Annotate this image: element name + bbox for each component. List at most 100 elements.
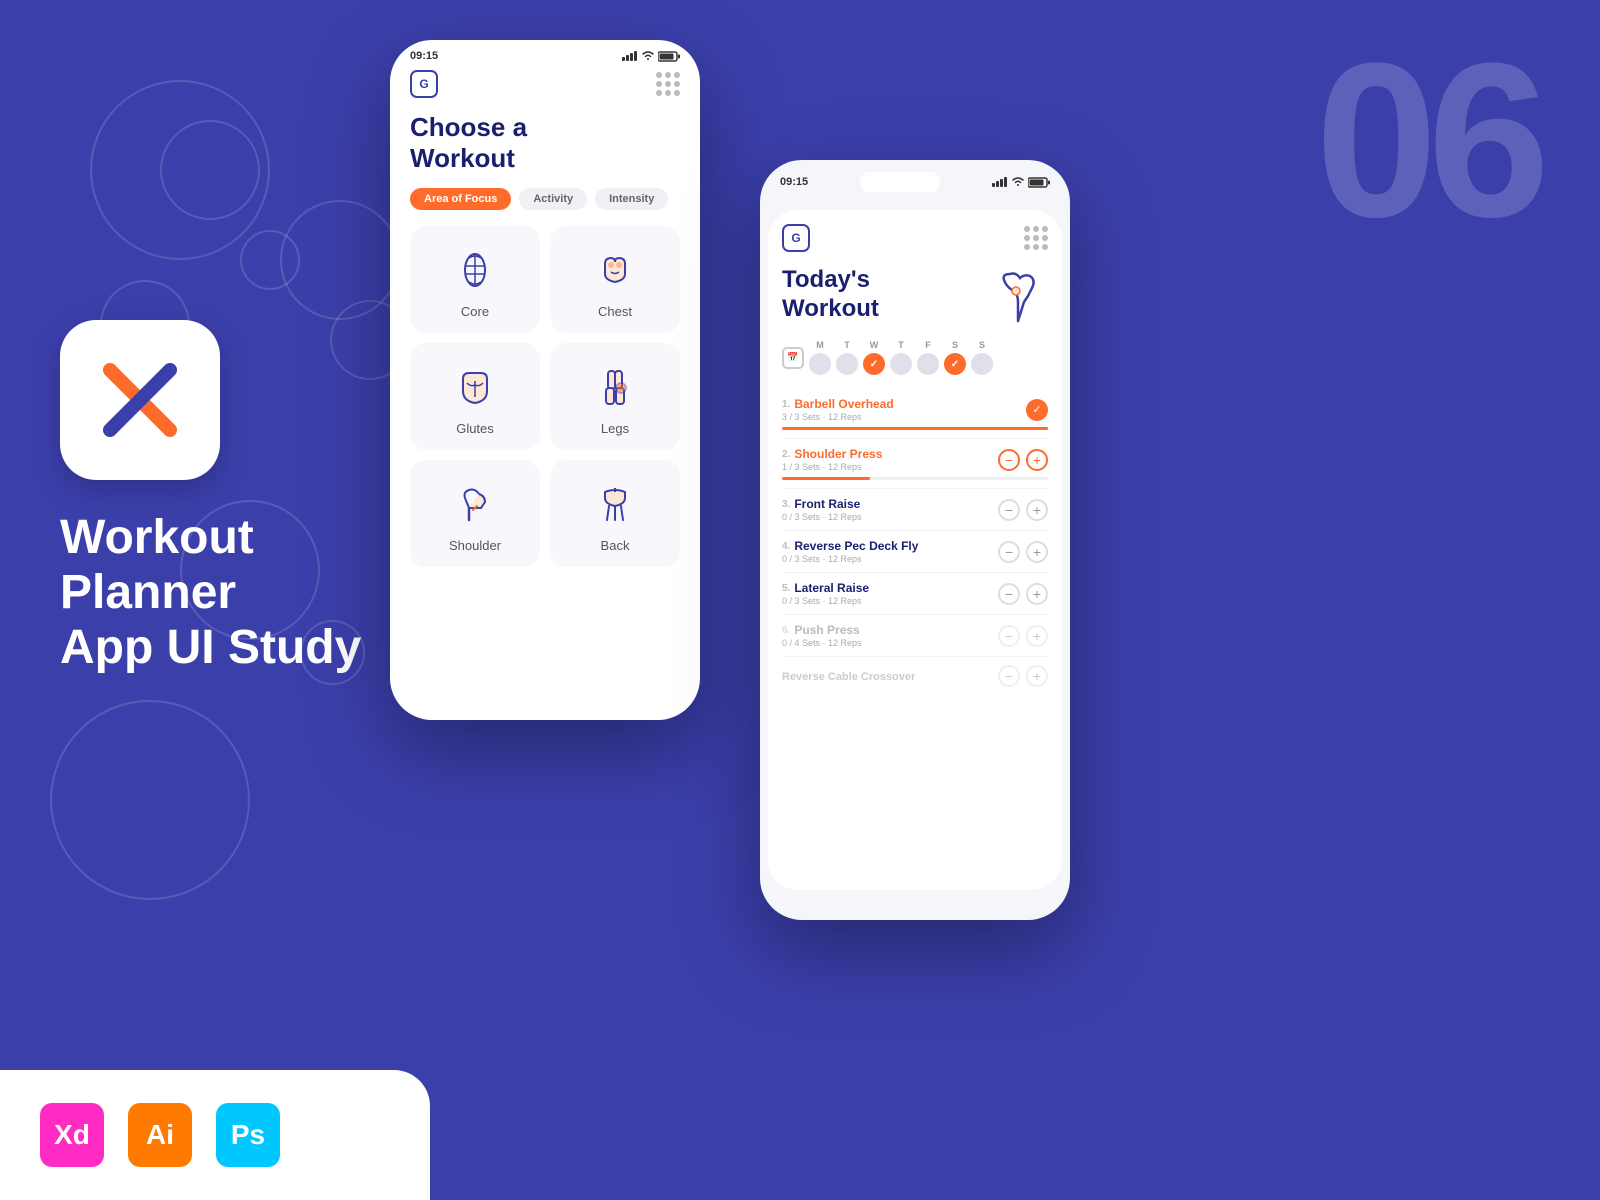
phone2-status-icons (992, 177, 1050, 188)
exercise-4-name: Reverse Pec Deck Fly (794, 539, 918, 553)
exercise-3-controls: − + (998, 499, 1048, 521)
exercise-4-minus[interactable]: − (998, 541, 1020, 563)
back-label: Back (601, 538, 630, 553)
exercise-1: 1. Barbell Overhead 3 / 3 Sets · 12 Reps… (782, 389, 1048, 439)
brand-title: Workout Planner App UI Study (60, 510, 361, 676)
phone1-notch (485, 40, 605, 66)
phone1-menu-icon[interactable] (656, 72, 680, 96)
exercise-5-minus[interactable]: − (998, 583, 1020, 605)
exercise-3-num: 3. (782, 499, 790, 510)
signal-icon (622, 51, 638, 61)
tool-ps: Ps (216, 1103, 280, 1167)
legs-label: Legs (601, 421, 629, 436)
day-t1: T (836, 340, 858, 350)
dot-t2 (890, 353, 912, 375)
phone2-status-bar: 09:15 (760, 160, 1070, 192)
workout-card-back[interactable]: Back (550, 460, 680, 567)
phone2-inner: G Today's Workout 📅 M (768, 210, 1062, 890)
calendar-icon[interactable]: 📅 (782, 347, 804, 369)
phone1: 09:15 G (390, 40, 700, 720)
exercise-5-meta: 0 / 3 Sets · 12 Reps (782, 596, 998, 606)
exercise-7-minus[interactable]: − (998, 665, 1020, 687)
exercise-4-controls: − + (998, 541, 1048, 563)
exercise-7-name: Reverse Cable Crossover (782, 671, 915, 683)
workout-card-glutes[interactable]: Glutes (410, 343, 540, 450)
dot-s1 (944, 353, 966, 375)
workout-grid: Core Chest Glutes (410, 226, 680, 567)
battery-icon (658, 51, 680, 62)
phone1-content: G Choose aWorkout Area of Focus Activity… (390, 62, 700, 587)
exercise-1-name: Barbell Overhead (794, 397, 893, 411)
phone1-status-icons (622, 51, 680, 62)
battery-icon-2 (1028, 177, 1050, 188)
exercise-5-plus[interactable]: + (1026, 583, 1048, 605)
day-f: F (917, 340, 939, 350)
exercise-4-plus[interactable]: + (1026, 541, 1048, 563)
phone2-pill (860, 172, 940, 192)
dot-w (863, 353, 885, 375)
today-title: Today's Workout (782, 266, 879, 324)
exercise-1-progress (782, 427, 1048, 430)
phone1-time: 09:15 (410, 50, 438, 62)
core-icon (449, 244, 501, 296)
exercise-list: 1. Barbell Overhead 3 / 3 Sets · 12 Reps… (782, 389, 1048, 695)
exercise-3-minus[interactable]: − (998, 499, 1020, 521)
workout-card-chest[interactable]: Chest (550, 226, 680, 333)
tool-xd: Xd (40, 1103, 104, 1167)
exercise-1-check[interactable]: ✓ (1026, 399, 1048, 421)
exercise-2-meta: 1 / 3 Sets · 12 Reps (782, 462, 998, 472)
phone1-title: Choose aWorkout (410, 112, 680, 174)
exercise-2-minus[interactable]: − (998, 449, 1020, 471)
exercise-2-progress (782, 477, 1048, 480)
exercise-3-plus[interactable]: + (1026, 499, 1048, 521)
exercise-7-controls: − + (998, 665, 1048, 687)
filter-area-of-focus[interactable]: Area of Focus (410, 188, 511, 210)
exercise-6-minus[interactable]: − (998, 625, 1020, 647)
exercise-4-num: 4. (782, 541, 790, 552)
exercise-5-controls: − + (998, 583, 1048, 605)
app-icon (60, 320, 220, 480)
signal-icon-2 (992, 177, 1008, 187)
phone2-header: G (782, 224, 1048, 252)
chest-label: Chest (598, 304, 632, 319)
chest-icon (589, 244, 641, 296)
exercise-7-plus[interactable]: + (1026, 665, 1048, 687)
exercise-6-num: 6. (782, 625, 790, 636)
glutes-label: Glutes (456, 421, 494, 436)
phone1-logo: G (410, 70, 438, 98)
exercise-2-num: 2. (782, 449, 790, 460)
week-days-container: M T W T F S S (809, 340, 993, 375)
filter-intensity[interactable]: Intensity (595, 188, 668, 210)
phone2-menu-icon[interactable] (1024, 226, 1048, 250)
bg-circle-10 (50, 700, 250, 900)
dot-m (809, 353, 831, 375)
exercise-7: Reverse Cable Crossover − + (782, 657, 1048, 695)
exercise-3-name: Front Raise (794, 497, 860, 511)
phone2-time: 09:15 (780, 176, 808, 188)
exercise-6-plus[interactable]: + (1026, 625, 1048, 647)
exercise-1-meta: 3 / 3 Sets · 12 Reps (782, 412, 1026, 422)
shoulder-icon (449, 478, 501, 530)
exercise-6-meta: 0 / 4 Sets · 12 Reps (782, 638, 998, 648)
dot-t1 (836, 353, 858, 375)
exercise-6-name: Push Press (794, 623, 859, 637)
glutes-icon (449, 361, 501, 413)
workout-card-legs[interactable]: Legs (550, 343, 680, 450)
workout-card-shoulder[interactable]: Shoulder (410, 460, 540, 567)
day-t2: T (890, 340, 912, 350)
exercise-5: 5. Lateral Raise 0 / 3 Sets · 12 Reps − … (782, 573, 1048, 615)
exercise-4: 4. Reverse Pec Deck Fly 0 / 3 Sets · 12 … (782, 531, 1048, 573)
exercise-1-progress-fill (782, 427, 1048, 430)
phone1-header: G (410, 70, 680, 98)
tool-ai: Ai (128, 1103, 192, 1167)
shoulder-label: Shoulder (449, 538, 501, 553)
filter-activity[interactable]: Activity (519, 188, 587, 210)
tools-bar: Xd Ai Ps (0, 1070, 430, 1200)
week-day-labels: M T W T F S S (809, 340, 993, 350)
exercise-2-plus[interactable]: + (1026, 449, 1048, 471)
today-header: Today's Workout (782, 266, 1048, 326)
workout-card-core[interactable]: Core (410, 226, 540, 333)
exercise-4-meta: 0 / 3 Sets · 12 Reps (782, 554, 998, 564)
day-s2: S (971, 340, 993, 350)
legs-icon (589, 361, 641, 413)
